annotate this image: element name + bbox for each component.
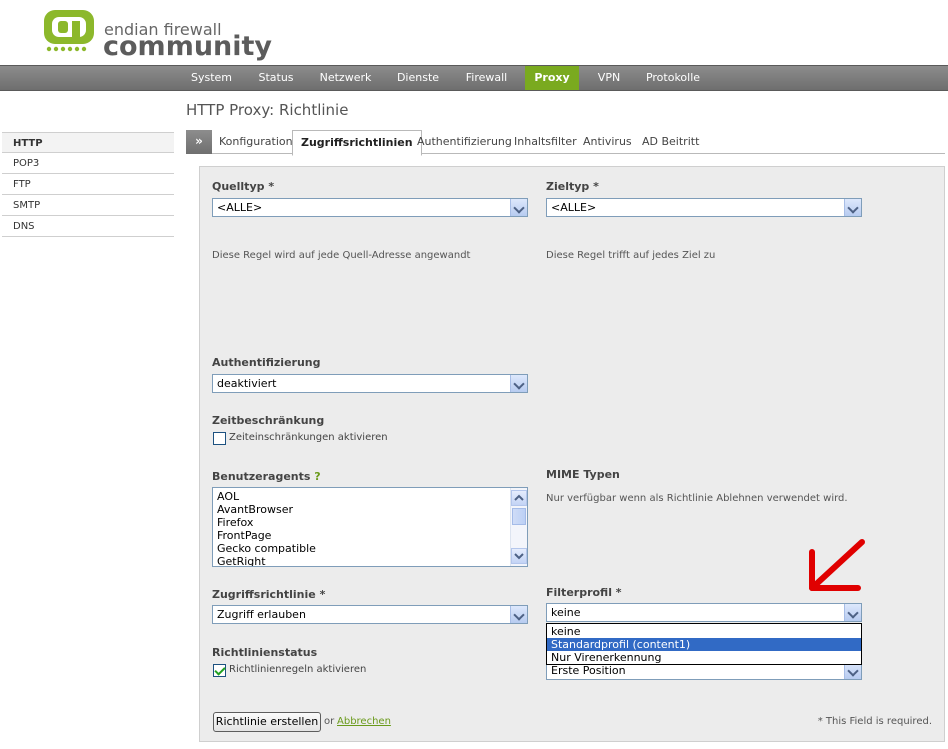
- policy-status-checkbox[interactable]: [213, 664, 226, 677]
- access-policy-value: Zugriff erlauben: [217, 608, 306, 621]
- nav-item-proxy[interactable]: Proxy: [525, 66, 579, 90]
- list-item[interactable]: GetRight: [217, 555, 266, 566]
- user-agents-listbox[interactable]: AOL AvantBrowser Firefox FrontPage Gecko…: [212, 487, 528, 567]
- user-agents-label: Benutzeragents ?: [212, 470, 321, 483]
- or-text: or: [324, 716, 335, 727]
- dropdown-option-highlighted[interactable]: Standardprofil (content1): [547, 638, 861, 651]
- source-type-value: <ALLE>: [217, 201, 263, 214]
- nav-item-vpn[interactable]: VPN: [591, 66, 627, 90]
- authentication-select[interactable]: deaktiviert: [212, 374, 528, 393]
- list-item[interactable]: Gecko compatible: [217, 542, 316, 555]
- policy-form: Quelltyp * <ALLE> Diese Regel wird auf j…: [199, 166, 945, 742]
- source-type-label: Quelltyp *: [212, 180, 275, 193]
- create-policy-button[interactable]: Richtlinie erstellen: [213, 712, 321, 732]
- policy-status-label: Richtlinienstatus: [212, 646, 318, 659]
- cancel-link[interactable]: Abbrechen: [337, 716, 391, 727]
- scrollbar[interactable]: [510, 488, 527, 566]
- target-type-label: Zieltyp *: [546, 180, 599, 193]
- scroll-down-icon[interactable]: [511, 548, 527, 564]
- target-type-value: <ALLE>: [551, 201, 597, 214]
- chevron-down-icon: [510, 375, 527, 392]
- filter-profile-select[interactable]: keine: [546, 603, 862, 622]
- scroll-thumb[interactable]: [512, 508, 526, 525]
- mime-types-label: MIME Typen: [546, 468, 620, 481]
- endian-logo-icon: [44, 10, 94, 52]
- source-type-help: Diese Regel wird auf jede Quell-Adresse …: [212, 250, 471, 261]
- nav-item-system[interactable]: System: [184, 66, 239, 90]
- help-icon[interactable]: ?: [314, 470, 320, 483]
- brand-line2: community: [103, 31, 273, 62]
- tab-bar: » Konfiguration Zugriffsrichtlinien Auth…: [186, 130, 945, 156]
- time-restriction-checkbox-label: Zeiteinschränkungen aktivieren: [229, 432, 388, 443]
- page-title: HTTP Proxy: Richtlinie: [186, 101, 349, 119]
- required-note: * This Field is required.: [817, 716, 932, 727]
- time-restriction-label: Zeitbeschränkung: [212, 414, 325, 427]
- tab-ad-beitritt[interactable]: AD Beitritt: [642, 130, 699, 154]
- list-item[interactable]: Firefox: [217, 516, 253, 529]
- red-arrow-annotation-icon: [809, 539, 865, 591]
- filter-profile-dropdown[interactable]: keine Standardprofil (content1) Nur Vire…: [546, 623, 862, 665]
- chevron-down-icon: [510, 199, 527, 216]
- dropdown-option[interactable]: keine: [547, 625, 861, 638]
- chevron-down-icon: [510, 606, 527, 623]
- nav-item-status[interactable]: Status: [252, 66, 300, 90]
- sidebar-item-http[interactable]: HTTP: [2, 132, 174, 153]
- authentication-label: Authentifizierung: [212, 356, 321, 369]
- filter-profile-value: keine: [551, 606, 581, 619]
- collapse-sidebar-button[interactable]: »: [186, 130, 212, 154]
- authentication-value: deaktiviert: [217, 377, 277, 390]
- tab-zugriffsrichtlinien[interactable]: Zugriffsrichtlinien: [292, 130, 422, 156]
- access-policy-label: Zugriffsrichtlinie *: [212, 588, 326, 601]
- scroll-up-icon[interactable]: [511, 490, 527, 506]
- chevron-down-icon: [844, 604, 861, 621]
- list-item[interactable]: AvantBrowser: [217, 503, 293, 516]
- dropdown-option[interactable]: Nur Virenerkennung: [547, 651, 861, 664]
- list-item[interactable]: FrontPage: [217, 529, 271, 542]
- tab-antivirus[interactable]: Antivirus: [583, 130, 632, 154]
- target-type-help: Diese Regel trifft auf jedes Ziel zu: [546, 250, 716, 261]
- nav-item-dienste[interactable]: Dienste: [391, 66, 445, 90]
- time-restriction-checkbox[interactable]: [213, 432, 226, 445]
- filter-profile-label: Filterprofil *: [546, 586, 622, 599]
- target-type-select[interactable]: <ALLE>: [546, 198, 862, 217]
- nav-item-protokolle[interactable]: Protokolle: [641, 66, 705, 90]
- chevron-down-icon: [844, 199, 861, 216]
- tab-konfiguration[interactable]: Konfiguration: [219, 130, 293, 154]
- access-policy-select[interactable]: Zugriff erlauben: [212, 605, 528, 624]
- policy-status-checkbox-label: Richtlinienregeln aktivieren: [229, 664, 367, 675]
- source-type-select[interactable]: <ALLE>: [212, 198, 528, 217]
- tab-inhaltsfilter[interactable]: Inhaltsfilter: [514, 130, 577, 154]
- sidebar-item-pop3[interactable]: POP3: [2, 153, 174, 174]
- sidebar-item-smtp[interactable]: SMTP: [2, 195, 174, 216]
- list-item[interactable]: AOL: [217, 490, 239, 503]
- nav-item-netzwerk[interactable]: Netzwerk: [313, 66, 378, 90]
- main-nav: System Status Netzwerk Dienste Firewall …: [0, 65, 948, 91]
- sidebar-item-ftp[interactable]: FTP: [2, 174, 174, 195]
- sidebar-item-dns[interactable]: DNS: [2, 216, 174, 237]
- tab-authentifizierung[interactable]: Authentifizierung: [417, 130, 512, 154]
- user-agents-label-text: Benutzeragents: [212, 470, 311, 483]
- sidebar: HTTP POP3 FTP SMTP DNS: [2, 132, 174, 237]
- brand-logo: endian firewall community: [43, 9, 272, 62]
- position-value: Erste Position: [551, 664, 626, 677]
- mime-types-help: Nur verfügbar wenn als Richtlinie Ablehn…: [546, 493, 848, 504]
- nav-item-firewall[interactable]: Firewall: [458, 66, 515, 90]
